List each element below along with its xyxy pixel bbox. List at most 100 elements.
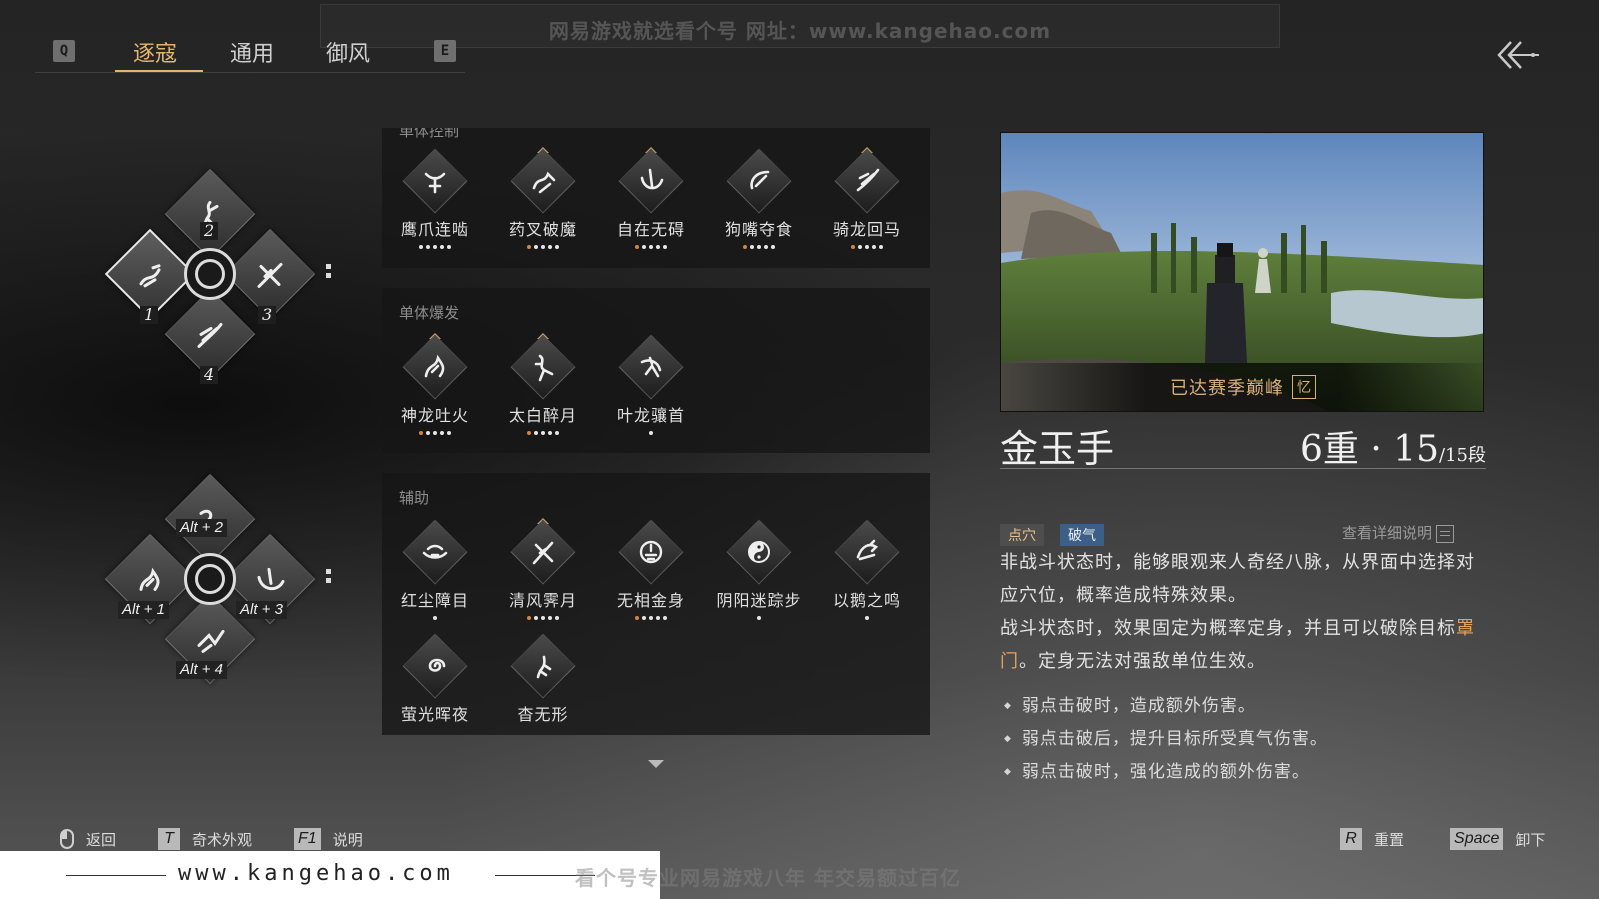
alt-slot-label-3: Alt + 3 (236, 601, 287, 619)
skill-yie[interactable]: 以鹅之鸣 (822, 519, 912, 622)
cross-blades-icon (257, 262, 283, 288)
season-badge: 忆 (1292, 375, 1316, 399)
skill-name: 自在无碍 (616, 220, 685, 239)
mouse-icon (60, 829, 74, 849)
skill-description: 非战斗状态时，能够眼观来人奇经八脉，从界面中选择对应穴位，概率造成特殊效果。 战… (1000, 546, 1490, 678)
loadout-alt-hub-icon (184, 553, 236, 605)
claw-strike-icon (139, 264, 161, 288)
watermark-url: www.kangehao.com (178, 861, 454, 886)
drunken-fist-icon (534, 354, 554, 382)
skill-yinyang[interactable]: 阴阳迷踪步 (714, 519, 804, 622)
skill-yaocha[interactable]: 药叉破魔 (498, 147, 588, 251)
slot-label-2: 2 (200, 222, 219, 240)
skill-pips (498, 616, 588, 622)
view-details-label: 查看详细说明 (1342, 524, 1433, 542)
title-divider (1000, 468, 1486, 469)
skill-name: 红尘障目 (400, 591, 469, 610)
skill-gouzui[interactable]: 狗嘴夺食 (714, 148, 804, 251)
alt-slot-label-1: Alt + 1 (118, 601, 169, 619)
skill-pips (390, 730, 480, 736)
skill-pips (606, 431, 696, 437)
tab-tongyong[interactable]: 通用 (230, 36, 274, 68)
appearance-label[interactable]: 奇术外观 (192, 829, 252, 850)
skill-yingguang[interactable]: 萤光晖夜 (390, 633, 480, 736)
dragon-ride-icon (856, 168, 880, 192)
tag-poqi: 破气 (1060, 524, 1104, 546)
skill-hongchen[interactable]: 红尘障目 (390, 519, 480, 622)
loadout-set-2: Alt + 2 Alt + 1 Alt + 3 Alt + 4 (100, 465, 340, 705)
skill-pips (498, 730, 588, 736)
eagle-claw-icon (424, 172, 446, 194)
skill-pips (498, 431, 588, 437)
skill-grid-row-1: 红尘障目 清风霁月 无相金身 阴阳迷踪步 以鹅之鸣 (390, 518, 912, 622)
next-tab-key[interactable]: E (434, 40, 456, 62)
skill-wuxiang[interactable]: 无相金身 (606, 519, 696, 622)
section-support: 辅助 红尘障目 清风霁月 无相金身 阴阳迷踪步 以鹅之鸣 萤光晖夜 杳无形 (382, 473, 930, 735)
skill-name: 杳无形 (517, 705, 569, 724)
tab-zhukou[interactable]: 逐寇 (133, 36, 177, 68)
loadout-set-1: 2 1 3 4 (100, 160, 340, 400)
swirl-icon (428, 658, 446, 672)
skill-name: 叶龙骧首 (616, 406, 685, 425)
tab-yufeng[interactable]: 御风 (326, 36, 370, 68)
skill-pips (606, 245, 696, 251)
crescent-kick-icon (257, 567, 285, 591)
season-text: 已达赛季巅峰 (1170, 378, 1284, 399)
tabs-divider (35, 72, 465, 73)
golden-body-icon (639, 540, 663, 564)
skill-zizai[interactable]: 自在无碍 (606, 147, 696, 251)
effect-item: 弱点击破时，强化造成的额外伤害。 (1004, 756, 1328, 789)
loadout-alt-more-dots[interactable] (326, 569, 332, 587)
key-r[interactable]: R (1340, 828, 1362, 850)
skill-yingzhao[interactable]: 鹰爪连啮 (390, 148, 480, 251)
skill-name: 萤光晖夜 (400, 705, 469, 724)
skill-level: 6重 · 15/15段 (1300, 420, 1486, 472)
skill-name: 阴阳迷踪步 (716, 591, 802, 610)
view-details-link[interactable]: 查看详细说明 (1342, 522, 1455, 543)
unequip-label[interactable]: 卸下 (1515, 829, 1545, 850)
back-label[interactable]: 返回 (86, 829, 116, 850)
wind-blades-icon (532, 541, 554, 565)
scroll-down-icon[interactable] (648, 760, 664, 768)
back-arrow-icon[interactable] (1495, 38, 1541, 72)
season-row: 已达赛季巅峰 忆 (1001, 363, 1483, 411)
spin-kick-icon (640, 168, 664, 190)
skill-qilong[interactable]: 骑龙回马 (822, 147, 912, 251)
skill-name: 神龙吐火 (400, 406, 469, 425)
skill-name: 无相金身 (616, 591, 685, 610)
key-t[interactable]: T (158, 828, 181, 850)
skill-pips (390, 245, 480, 251)
dust-cloud-icon (422, 544, 448, 559)
skill-name: 药叉破魔 (508, 220, 577, 239)
dragon-head-icon (640, 356, 662, 378)
demon-strike-icon (532, 171, 556, 194)
key-space[interactable]: Space (1450, 828, 1504, 850)
description-para-2: 战斗状态时，效果固定为概率定身，并且可以破除目标罩门。定身无法对强敌单位生效。 (1000, 618, 1475, 672)
section-single-burst: 单体爆发 神龙吐火 太白醉月 叶龙骧首 (382, 288, 930, 453)
skill-pips (822, 245, 912, 251)
skill-yelong[interactable]: 叶龙骧首 (606, 334, 696, 437)
reset-label[interactable]: 重置 (1374, 829, 1404, 850)
season-band: 已达赛季巅峰 忆 (1001, 363, 1483, 411)
skill-qingfeng[interactable]: 清风霁月 (498, 518, 588, 622)
skill-level-sub: /15段 (1439, 445, 1486, 466)
skill-taibai[interactable]: 太白醉月 (498, 333, 588, 437)
help-label[interactable]: 说明 (333, 829, 363, 850)
skill-pips (822, 616, 912, 622)
prev-tab-key[interactable]: Q (53, 40, 75, 62)
key-f1[interactable]: F1 (294, 828, 321, 850)
watermark-bottom-text: 看个号专业网易游戏八年 年交易额过百亿 (575, 866, 961, 890)
loadout-more-dots[interactable] (326, 264, 332, 282)
skill-shenlong[interactable]: 神龙吐火 (390, 333, 480, 437)
skill-title: 金玉手 (1000, 427, 1115, 471)
section-title: 辅助 (399, 489, 430, 507)
skill-tags: 点穴 破气 (1000, 524, 1104, 546)
effect-item: 弱点击破后，提升目标所受真气伤害。 (1004, 723, 1328, 756)
skill-name: 骑龙回马 (832, 220, 901, 239)
skill-grid-row-2: 萤光晖夜 杳无形 (390, 633, 588, 736)
watermark-bottom: www.kangehao.com (0, 851, 660, 899)
skill-preview-image: 已达赛季巅峰 忆 (1000, 132, 1484, 412)
skill-pips (390, 616, 480, 622)
skill-yaowuxing[interactable]: 杳无形 (498, 633, 588, 736)
slot-label-3: 3 (258, 306, 277, 324)
